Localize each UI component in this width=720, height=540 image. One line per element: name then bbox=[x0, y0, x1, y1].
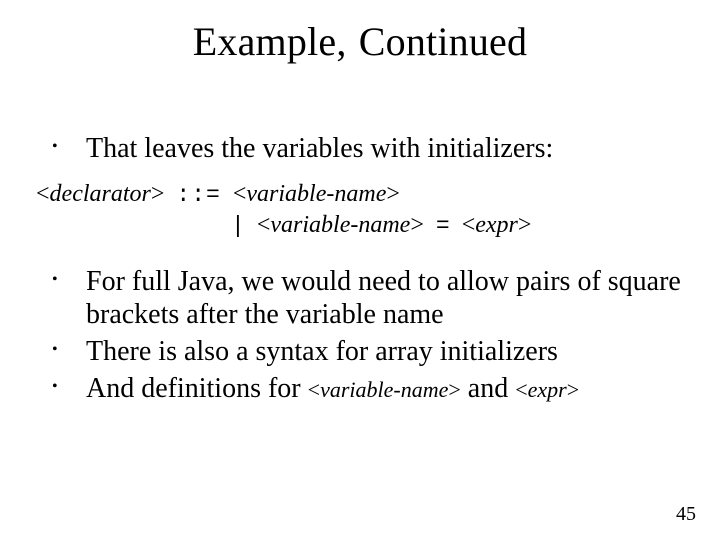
nonterminal-expr: expr bbox=[528, 377, 567, 402]
angle-open: < bbox=[233, 181, 247, 207]
bullet-item: And definitions for <variable-name> and … bbox=[36, 372, 690, 405]
nonterminal-expr: expr bbox=[475, 212, 518, 238]
bullet-list-top: That leaves the variables with initializ… bbox=[36, 132, 690, 165]
grammar-line-1: <declarator> ::= <variable-name> bbox=[36, 181, 400, 207]
grammar-equals: = bbox=[436, 213, 450, 239]
angle-open: < bbox=[36, 181, 50, 207]
angle-open: < bbox=[308, 377, 320, 402]
grammar-block: <declarator> ::= <variable-name> | <vari… bbox=[36, 179, 690, 241]
slide: Example, Continued That leaves the varia… bbox=[0, 0, 720, 540]
angle-close: > bbox=[151, 181, 165, 207]
angle-close: > bbox=[448, 377, 460, 402]
bullet-item: That leaves the variables with initializ… bbox=[36, 132, 690, 165]
bullet-text-mid: and bbox=[461, 373, 515, 404]
bullet-text: There is also a syntax for array initial… bbox=[86, 336, 558, 367]
nonterminal-variable-name: variable-name bbox=[246, 181, 386, 207]
angle-open: < bbox=[257, 212, 271, 238]
grammar-defines-op: ::= bbox=[176, 182, 220, 208]
bullet-text: For full Java, we would need to allow pa… bbox=[86, 266, 681, 330]
nonterminal-variable-name: variable-name bbox=[270, 212, 410, 238]
slide-body: That leaves the variables with initializ… bbox=[36, 132, 690, 409]
inline-nonterminal: <expr> bbox=[515, 377, 579, 402]
title-part-b: Continued bbox=[359, 19, 527, 64]
angle-open: < bbox=[515, 377, 527, 402]
bullet-item: For full Java, we would need to allow pa… bbox=[36, 265, 690, 331]
angle-close: > bbox=[386, 181, 400, 207]
slide-title: Example, Continued bbox=[0, 18, 720, 65]
nonterminal-declarator: declarator bbox=[50, 181, 151, 207]
bullet-text-pre: And definitions for bbox=[86, 373, 308, 404]
bullet-list-bottom: For full Java, we would need to allow pa… bbox=[36, 265, 690, 405]
inline-nonterminal: <variable-name> bbox=[308, 377, 461, 402]
bullet-text: That leaves the variables with initializ… bbox=[86, 133, 553, 164]
page-number: 45 bbox=[676, 503, 696, 526]
nonterminal-variable-name: variable-name bbox=[320, 377, 448, 402]
angle-close: > bbox=[410, 212, 424, 238]
angle-close: > bbox=[567, 377, 579, 402]
grammar-pipe: | bbox=[231, 213, 245, 239]
title-comma: , bbox=[336, 19, 346, 64]
bullet-item: There is also a syntax for array initial… bbox=[36, 335, 690, 368]
title-part-a: Example bbox=[193, 19, 337, 64]
angle-open: < bbox=[462, 212, 476, 238]
grammar-line-2: | <variable-name> = <expr> bbox=[36, 210, 690, 241]
angle-close: > bbox=[518, 212, 532, 238]
